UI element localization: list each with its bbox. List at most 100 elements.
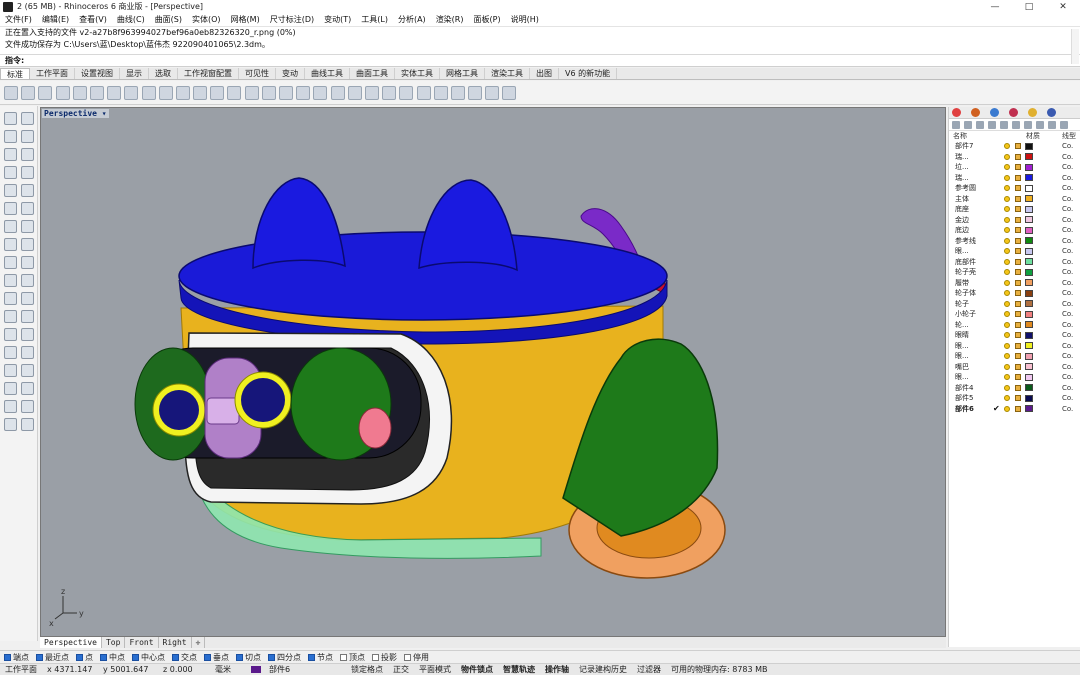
scale-tool-icon[interactable] — [21, 346, 34, 359]
layer-linetype[interactable]: Co. — [1062, 142, 1073, 150]
sweep-tool-icon[interactable] — [21, 238, 34, 251]
four-views-icon[interactable] — [261, 85, 276, 100]
planar-toggle[interactable]: 平面模式 — [414, 664, 456, 675]
osnap-checkbox[interactable] — [404, 653, 411, 661]
layer-linetype[interactable]: Co. — [1062, 268, 1073, 276]
grid-icon[interactable] — [296, 85, 311, 100]
layer-color-swatch[interactable] — [1025, 258, 1033, 266]
offset-tool-icon[interactable] — [21, 202, 34, 215]
tab-select[interactable]: 选取 — [149, 68, 178, 79]
layer-lock-icon[interactable] — [1015, 174, 1021, 181]
layer-color-swatch[interactable] — [1025, 352, 1033, 360]
filter-toggle[interactable]: 过滤器 — [632, 664, 666, 675]
text-tool-icon[interactable] — [4, 400, 17, 413]
group-tool-icon[interactable] — [4, 382, 17, 395]
display-mode-icon[interactable] — [450, 85, 465, 100]
layer-linetype[interactable]: Co. — [1062, 331, 1073, 339]
layer-lock-icon[interactable] — [1015, 363, 1021, 370]
layer-row[interactable]: 瑞... Co. — [949, 152, 1080, 163]
layer-visible-bulb-icon[interactable] — [1004, 342, 1010, 349]
layer-linetype[interactable]: Co. — [1062, 384, 1073, 392]
add-viewport-icon[interactable]: ✛ — [192, 637, 206, 648]
surface-tool-icon[interactable] — [4, 220, 17, 233]
layer-linetype[interactable]: Co. — [1062, 405, 1073, 413]
move-tool-icon[interactable] — [4, 328, 17, 341]
layer-name[interactable]: 部件5 — [955, 393, 993, 403]
osnap-checkbox[interactable] — [4, 653, 11, 661]
tab-cplanes[interactable]: 工作平面 — [30, 68, 75, 79]
layer-row[interactable]: 底边 Co. — [949, 225, 1080, 236]
layer-color-swatch[interactable] — [1025, 310, 1033, 318]
layer-name[interactable]: 瑞... — [955, 173, 993, 183]
osnap-option[interactable]: 投影 — [372, 652, 397, 663]
paste-icon[interactable] — [124, 85, 139, 100]
layer-name[interactable]: 轮... — [955, 320, 993, 330]
layer-visible-bulb-icon[interactable] — [1004, 174, 1010, 181]
layer-lock-icon[interactable] — [1015, 237, 1021, 244]
layer-linetype[interactable]: Co. — [1062, 279, 1073, 287]
layer-visible-bulb-icon[interactable] — [1004, 237, 1010, 244]
layer-name[interactable]: 轮子壳 — [955, 267, 993, 277]
layer-visible-bulb-icon[interactable] — [1004, 300, 1010, 307]
layer-row[interactable]: 瑞... Co. — [949, 173, 1080, 184]
loft-tool-icon[interactable] — [4, 238, 17, 251]
osnap-checkbox[interactable] — [172, 653, 179, 661]
cylinder-tool-icon[interactable] — [4, 274, 17, 287]
layer-lock-icon[interactable] — [1015, 384, 1021, 391]
tools-icon[interactable] — [1048, 120, 1056, 129]
array-tool-icon[interactable] — [21, 364, 34, 377]
osnap-option[interactable]: 中点 — [100, 652, 125, 663]
layer-lock-icon[interactable] — [1015, 279, 1021, 286]
tab-mesh-tools[interactable]: 网格工具 — [440, 68, 485, 79]
layer-row[interactable]: 主体 Co. — [949, 194, 1080, 205]
layer-name[interactable]: 嘴巴 — [955, 362, 993, 372]
layer-visible-bulb-icon[interactable] — [1004, 195, 1010, 202]
osnap-option[interactable]: 最近点 — [36, 652, 69, 663]
maximize-button[interactable]: □ — [1012, 0, 1046, 13]
layer-visible-bulb-icon[interactable] — [1004, 353, 1010, 360]
layer-icon[interactable] — [364, 85, 379, 100]
pan-icon[interactable] — [158, 85, 173, 100]
layer-row[interactable]: 底部件 Co. — [949, 257, 1080, 268]
menu-mesh[interactable]: 网格(M) — [226, 14, 265, 25]
layer-linetype[interactable]: Co. — [1062, 258, 1073, 266]
layer-visible-bulb-icon[interactable] — [1004, 363, 1010, 370]
tab-set-view[interactable]: 设置视图 — [75, 68, 120, 79]
folder-tab-icon[interactable] — [1028, 108, 1037, 117]
layer-linetype[interactable]: Co. — [1062, 195, 1073, 203]
viewport-title[interactable]: Perspective ▾ — [42, 109, 109, 118]
lock-icon[interactable] — [347, 85, 362, 100]
rotate-tool-icon[interactable] — [4, 346, 17, 359]
layer-color-swatch[interactable] — [1025, 153, 1033, 161]
osnap-option[interactable]: 切点 — [236, 652, 261, 663]
menu-tools[interactable]: 工具(L) — [356, 14, 393, 25]
zoom-extents-icon[interactable] — [227, 85, 242, 100]
layer-color-swatch[interactable] — [1025, 247, 1033, 255]
layer-row[interactable]: 部件4 Co. — [949, 383, 1080, 394]
analyze-tool-icon[interactable] — [21, 400, 34, 413]
layer-visible-bulb-icon[interactable] — [1004, 227, 1010, 234]
osnap-option[interactable]: 点 — [76, 652, 93, 663]
layer-color-swatch[interactable] — [1025, 405, 1033, 413]
layer-row[interactable]: 眼... Co. — [949, 351, 1080, 362]
boolean-tool-icon[interactable] — [21, 274, 34, 287]
layers-tab-icon[interactable] — [971, 108, 980, 117]
layer-name[interactable]: 主体 — [955, 194, 993, 204]
layer-visible-bulb-icon[interactable] — [1004, 374, 1010, 381]
osnap-checkbox[interactable] — [36, 653, 43, 661]
layer-visible-bulb-icon[interactable] — [1004, 248, 1010, 255]
sphere-tool-icon[interactable] — [21, 256, 34, 269]
osnap-option[interactable]: 停用 — [404, 652, 429, 663]
layer-linetype[interactable]: Co. — [1062, 237, 1073, 245]
import-icon[interactable] — [72, 85, 87, 100]
new-layer-icon[interactable] — [952, 120, 960, 129]
tab-visibility[interactable]: 可见性 — [239, 68, 276, 79]
fillet-tool-icon[interactable] — [4, 202, 17, 215]
osnap-checkbox[interactable] — [340, 653, 347, 661]
layer-name[interactable]: 部件4 — [955, 383, 993, 393]
layer-visible-bulb-icon[interactable] — [1004, 384, 1010, 391]
open-file-icon[interactable] — [21, 85, 36, 100]
layer-row[interactable]: 履带 Co. — [949, 278, 1080, 289]
menu-render[interactable]: 渲染(R) — [431, 14, 469, 25]
trim-tool-icon[interactable] — [4, 310, 17, 323]
